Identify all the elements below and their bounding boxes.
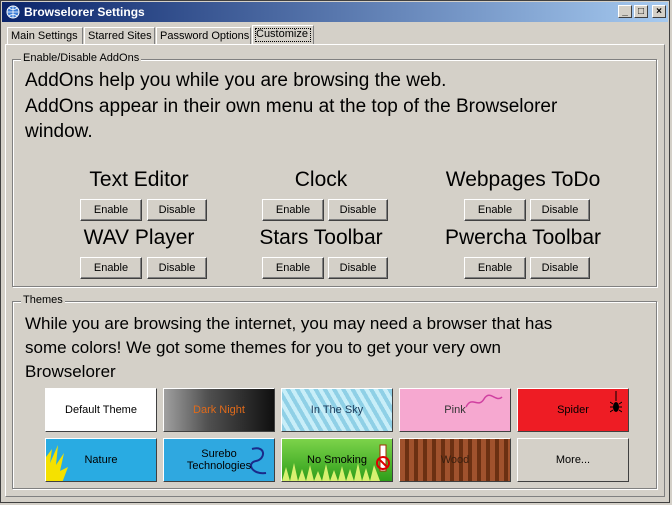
theme-spider-button[interactable]: Spider — [517, 388, 629, 432]
stars-toolbar-enable-button[interactable]: Enable — [262, 257, 324, 279]
window-title: Browselorer Settings — [24, 5, 145, 19]
customize-panel: Enable/Disable AddOns AddOns help you wh… — [5, 44, 665, 497]
addon-name-text-editor: Text Editor — [89, 168, 189, 191]
theme-spider-label: Spider — [557, 404, 589, 416]
theme-surebo-label: Surebo — [201, 448, 237, 460]
theme-no-smoking-button[interactable]: No Smoking — [281, 438, 393, 482]
addon-name-pwercha-toolbar: Pwercha Toolbar — [444, 226, 602, 249]
tab-starred-sites[interactable]: Starred Sites — [84, 27, 155, 45]
pwercha-toolbar-enable-button[interactable]: Enable — [464, 257, 526, 279]
themes-description-3: Browselorer — [25, 362, 116, 381]
addons-description-1: AddOns help you while you are browsing t… — [25, 70, 447, 91]
theme-wood-button[interactable]: Wood — [399, 438, 511, 482]
tab-main-settings[interactable]: Main Settings — [7, 27, 83, 45]
stars-toolbar-disable-button[interactable]: Disable — [328, 257, 388, 279]
theme-default-button[interactable]: Default Theme — [45, 388, 157, 432]
theme-more-button[interactable]: More... — [517, 438, 629, 482]
theme-nature-button[interactable]: Nature — [45, 438, 157, 482]
wav-player-enable-button[interactable]: Enable — [80, 257, 142, 279]
theme-in-the-sky-button[interactable]: In The Sky — [281, 388, 393, 432]
addon-name-wav-player: WAV Player — [83, 226, 195, 249]
minimize-button[interactable]: _ — [618, 5, 632, 18]
addons-group: Enable/Disable AddOns AddOns help you wh… — [12, 52, 657, 287]
title-bar[interactable]: Browselorer Settings _ □ × — [2, 2, 668, 22]
theme-surebo-button[interactable]: Surebo Technologies — [163, 438, 275, 482]
theme-dark-night-label: Dark Night — [193, 404, 245, 416]
addons-description-3: window. — [25, 121, 93, 142]
theme-nature-label: Nature — [84, 454, 118, 466]
app-globe-icon — [6, 5, 20, 19]
theme-default-label: Default Theme — [65, 404, 137, 416]
addon-name-webpages-todo: Webpages ToDo — [445, 168, 601, 191]
theme-in-the-sky-label: In The Sky — [310, 404, 364, 416]
text-editor-enable-button[interactable]: Enable — [80, 199, 142, 221]
themes-description-2: some colors! We got some themes for you … — [25, 338, 501, 357]
spider-icon — [610, 391, 622, 413]
wav-player-disable-button[interactable]: Disable — [147, 257, 207, 279]
webpages-todo-disable-button[interactable]: Disable — [530, 199, 590, 221]
theme-pink-label: Pink — [444, 404, 466, 416]
themes-group: Themes While you are browsing the intern… — [12, 294, 657, 489]
theme-wood-label: Wood — [440, 454, 470, 466]
theme-dark-night-button[interactable]: Dark Night — [163, 388, 275, 432]
maximize-button[interactable]: □ — [634, 5, 648, 18]
themes-group-label: Themes — [21, 294, 65, 306]
themes-description-1: While you are browsing the internet, you… — [25, 314, 553, 333]
theme-surebo-label-2: Technologies — [186, 460, 252, 472]
addon-name-clock: Clock — [294, 168, 348, 191]
tab-password-options[interactable]: Password Options — [156, 27, 251, 45]
text-editor-disable-button[interactable]: Disable — [147, 199, 207, 221]
addons-group-label: Enable/Disable AddOns — [21, 52, 142, 64]
settings-window: Browselorer Settings _ □ × Main Settings… — [0, 0, 670, 503]
webpages-todo-enable-button[interactable]: Enable — [464, 199, 526, 221]
nature-plant-icon — [46, 445, 68, 481]
clock-disable-button[interactable]: Disable — [328, 199, 388, 221]
surebo-logo-icon — [250, 447, 267, 475]
pink-swirl-icon — [465, 394, 503, 408]
theme-pink-button[interactable]: Pink — [399, 388, 511, 432]
pwercha-toolbar-disable-button[interactable]: Disable — [530, 257, 590, 279]
close-button[interactable]: × — [652, 5, 666, 18]
addon-name-stars-toolbar: Stars Toolbar — [259, 226, 383, 249]
tab-customize[interactable]: Customize — [252, 25, 314, 45]
clock-enable-button[interactable]: Enable — [262, 199, 324, 221]
theme-more-label: More... — [555, 454, 591, 466]
theme-no-smoking-label: No Smoking — [307, 454, 367, 466]
addons-description-2: AddOns appear in their own menu at the t… — [25, 96, 558, 117]
